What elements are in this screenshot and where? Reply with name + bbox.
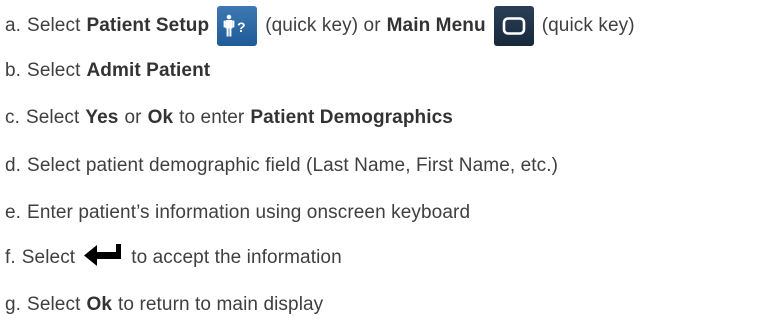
step-text: Select xyxy=(25,107,80,128)
step-g: g. Select Ok to return to main display xyxy=(5,290,323,320)
step-b: b. Select Admit Patient xyxy=(5,56,210,86)
step-a: a. Select Patient Setup ? (quick key) or… xyxy=(5,6,635,46)
step-letter: e. xyxy=(5,202,22,223)
patient-setup-quick-key-icon: ? xyxy=(217,6,258,46)
enter-arrow-icon xyxy=(83,243,125,267)
patient-demographics-label: Patient Demographics xyxy=(250,107,453,128)
step-letter: f. xyxy=(5,247,16,268)
step-letter: d. xyxy=(5,155,22,176)
step-text: Select xyxy=(27,294,81,315)
main-menu-label: Main Menu xyxy=(386,15,486,36)
step-text: Select xyxy=(27,60,81,81)
step-d: d. Select patient demographic field (Las… xyxy=(5,151,558,181)
step-text: Enter patient’s information using onscre… xyxy=(27,202,471,223)
step-e: e. Enter patient’s information using ons… xyxy=(5,198,470,228)
step-text: to return to main display xyxy=(118,294,324,315)
step-c: c. Select Yes or Ok to enter Patient Dem… xyxy=(5,103,453,133)
admit-patient-label: Admit Patient xyxy=(86,60,211,81)
step-text: or xyxy=(124,107,142,128)
svg-text:?: ? xyxy=(237,19,246,35)
step-letter: g. xyxy=(5,294,22,315)
yes-label: Yes xyxy=(85,107,119,128)
step-text: (quick key) xyxy=(541,15,635,36)
step-text: Select xyxy=(21,247,76,268)
step-letter: c. xyxy=(5,107,20,128)
patient-setup-label: Patient Setup xyxy=(86,15,210,36)
main-menu-quick-key-icon xyxy=(493,6,534,46)
ok-label: Ok xyxy=(147,107,174,128)
step-text: Select patient demographic field (Last N… xyxy=(27,155,559,176)
step-text: to enter xyxy=(179,107,245,128)
ok-label: Ok xyxy=(86,294,113,315)
step-text: to accept the information xyxy=(131,247,342,268)
step-text: Select xyxy=(27,15,81,36)
step-letter: b. xyxy=(5,60,22,81)
step-f: f. Select to accept the information xyxy=(5,243,342,273)
step-letter: a. xyxy=(5,15,22,36)
step-text: (quick key) or xyxy=(265,15,381,36)
